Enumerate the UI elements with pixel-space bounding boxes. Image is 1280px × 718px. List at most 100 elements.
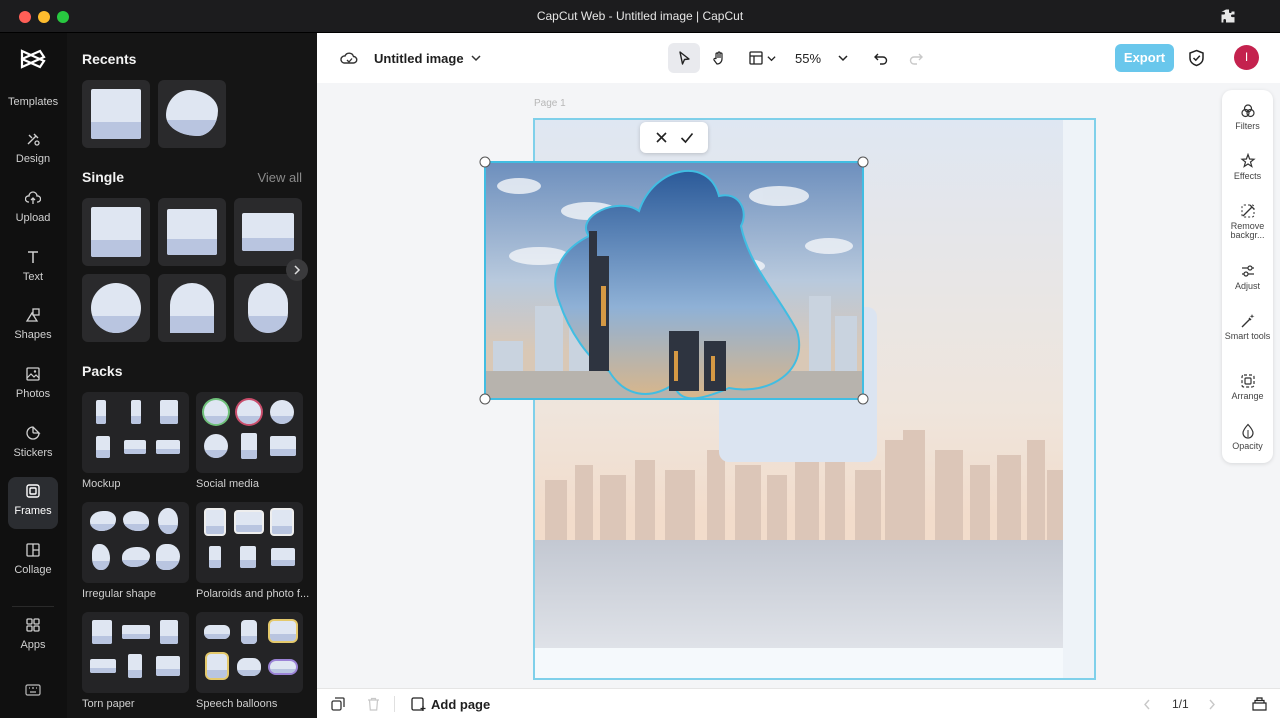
zoom-level[interactable]: 55% — [795, 51, 821, 66]
pack-preview-item — [122, 625, 150, 639]
single-frame-pill[interactable] — [234, 274, 302, 342]
pack-preview-item — [158, 508, 178, 534]
rail-item-templates[interactable]: Templates — [8, 84, 58, 114]
pack-preview-item — [241, 433, 257, 459]
window-title: CapCut Web - Untitled image | CapCut — [536, 9, 744, 23]
chevron-down-icon[interactable] — [838, 53, 848, 63]
duplicate-page-icon[interactable] — [331, 697, 345, 711]
single-frame-arch[interactable] — [158, 274, 226, 342]
pack-mockup[interactable] — [82, 392, 189, 473]
rail-item-collage[interactable]: Collage — [8, 536, 58, 588]
remove-background-icon — [1241, 204, 1254, 218]
scroll-right-button[interactable] — [286, 259, 308, 281]
frame-preview — [166, 90, 218, 136]
hand-tool-button[interactable] — [703, 43, 735, 73]
tool-smart-tools[interactable]: Smart tools — [1222, 313, 1273, 341]
single-frame-3[interactable] — [234, 198, 302, 266]
tool-arrange[interactable]: Arrange — [1222, 373, 1273, 401]
rail-item-label: Design — [15, 153, 51, 165]
single-frame-2[interactable] — [158, 198, 226, 266]
rail-item-label: Text — [22, 271, 44, 283]
pack-social-media[interactable] — [196, 392, 303, 473]
pack-preview-item — [92, 544, 110, 570]
rail-item-label: Shapes — [14, 329, 52, 341]
keyboard-shortcuts-icon[interactable] — [25, 684, 41, 696]
undo-button[interactable] — [865, 43, 897, 73]
crop-confirm-toolbar — [640, 122, 708, 153]
capcut-logo-icon[interactable] — [20, 48, 46, 70]
recent-frame-square[interactable] — [82, 80, 150, 148]
rail-item-stickers[interactable]: Stickers — [8, 419, 58, 471]
rail-item-upload[interactable]: Upload — [8, 184, 58, 236]
frame-preview — [248, 283, 288, 333]
rail-item-label: Photos — [15, 388, 51, 400]
frames-icon — [26, 484, 40, 498]
pack-preview-item — [160, 400, 178, 424]
pack-preview-item — [156, 440, 180, 454]
previous-page-icon[interactable] — [1143, 699, 1151, 710]
delete-page-icon[interactable] — [367, 697, 380, 711]
rail-item-apps[interactable]: Apps — [8, 611, 58, 663]
frame-preview — [242, 213, 294, 251]
pack-preview-item — [237, 658, 261, 676]
tool-filters[interactable]: Filters — [1222, 103, 1273, 131]
rail-item-design[interactable]: Design — [8, 125, 58, 177]
window-titlebar: CapCut Web - Untitled image | CapCut — [0, 0, 1280, 33]
pack-preview-item — [96, 436, 110, 458]
select-tool-button[interactable] — [668, 43, 700, 73]
next-page-icon[interactable] — [1208, 699, 1216, 710]
single-frame-circle[interactable] — [82, 274, 150, 342]
photos-icon — [26, 367, 40, 381]
chevron-down-icon[interactable] — [471, 53, 481, 63]
effects-icon — [1239, 153, 1256, 168]
rail-item-frames[interactable]: Frames — [8, 477, 58, 529]
left-rail: Templates Design Upload Text Shapes Phot… — [0, 33, 67, 718]
rail-item-label: Apps — [20, 639, 46, 651]
pack-polaroids[interactable] — [196, 502, 303, 583]
pack-irregular-shape[interactable] — [82, 502, 189, 583]
extensions-icon[interactable] — [1220, 8, 1236, 24]
layout-tool-button[interactable] — [740, 43, 780, 73]
undo-icon — [874, 53, 888, 65]
single-title: Single — [82, 169, 125, 185]
tool-opacity[interactable]: Opacity — [1222, 423, 1273, 451]
add-page-icon — [411, 697, 426, 711]
pack-preview-item — [209, 546, 221, 568]
filters-icon — [1240, 104, 1255, 118]
pack-preview-item — [270, 436, 296, 456]
document-title[interactable]: Untitled image — [374, 51, 464, 66]
pack-preview-item — [236, 512, 262, 532]
view-all-link[interactable]: View all — [257, 170, 302, 185]
pack-torn-paper[interactable] — [82, 612, 189, 693]
confirm-crop-icon[interactable] — [680, 131, 694, 144]
upload-icon — [25, 191, 41, 204]
rail-item-photos[interactable]: Photos — [8, 360, 58, 412]
single-frame-1[interactable] — [82, 198, 150, 266]
rail-item-text[interactable]: Text — [8, 243, 58, 295]
cloud-sync-icon[interactable] — [340, 50, 358, 66]
pack-preview-item — [270, 661, 296, 673]
shapes-icon — [25, 308, 40, 322]
pack-preview-item — [207, 654, 227, 678]
pack-speech-balloons[interactable] — [196, 612, 303, 693]
pack-label: Irregular shape — [82, 588, 156, 600]
editor-topbar: Untitled image 55% Export I — [317, 33, 1280, 83]
user-avatar[interactable]: I — [1234, 45, 1259, 70]
shield-check-icon[interactable] — [1188, 49, 1205, 67]
add-page-button[interactable]: Add page — [431, 697, 490, 712]
layers-icon[interactable] — [1252, 697, 1267, 711]
rail-item-shapes[interactable]: Shapes — [8, 301, 58, 353]
tool-adjust[interactable]: Adjust — [1222, 263, 1273, 291]
pack-preview-item — [204, 625, 230, 639]
pack-preview-item — [92, 620, 112, 644]
recent-frame-blob[interactable] — [158, 80, 226, 148]
right-tools-panel: Filters Effects Remove backgr... Adjust … — [1222, 90, 1273, 463]
tool-remove-background[interactable]: Remove backgr... — [1222, 203, 1273, 240]
redo-button[interactable] — [900, 43, 932, 73]
selected-frame-image[interactable] — [479, 156, 869, 406]
export-button[interactable]: Export — [1115, 44, 1174, 72]
pack-preview-item — [90, 511, 116, 531]
text-icon — [28, 251, 38, 263]
cancel-crop-icon[interactable] — [655, 131, 668, 144]
tool-effects[interactable]: Effects — [1222, 153, 1273, 181]
